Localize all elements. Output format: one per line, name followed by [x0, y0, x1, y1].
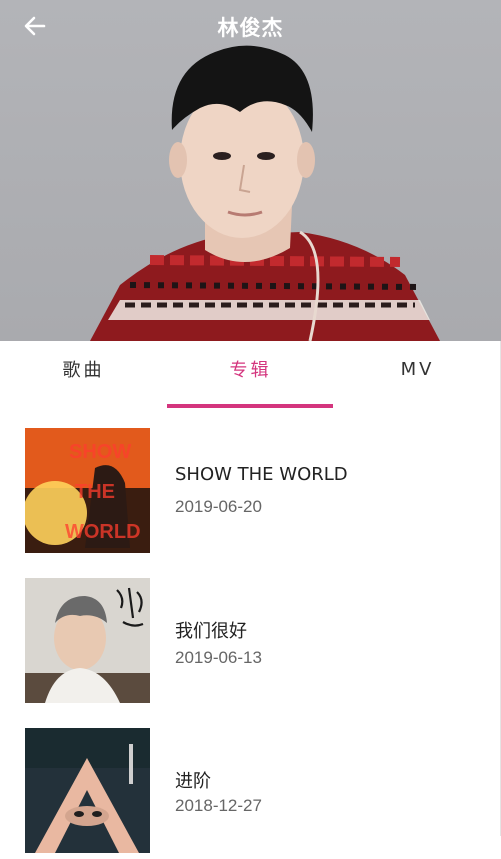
album-date: 2019-06-13	[175, 648, 262, 667]
header-bar: 林俊杰	[0, 0, 501, 52]
album-name: 进阶	[175, 771, 211, 792]
svg-text:WORLD: WORLD	[65, 521, 141, 543]
album-cover	[25, 728, 150, 853]
tab-bar: 歌曲 专辑 MV	[0, 341, 501, 409]
tab-mv[interactable]: MV	[334, 341, 501, 409]
tab-albums[interactable]: 专辑	[167, 341, 334, 409]
svg-text:THE: THE	[75, 481, 115, 503]
tab-songs[interactable]: 歌曲	[0, 341, 167, 409]
album-item[interactable]: SHOW THE WORLD SHOW THE WORLD 2019-06-20	[0, 409, 501, 559]
album-item[interactable]: 进阶 2018-12-27	[0, 709, 501, 859]
page-title: 林俊杰	[217, 16, 284, 40]
album-cover: SHOW THE WORLD	[25, 428, 150, 553]
album-name: 我们很好	[175, 621, 247, 642]
active-tab-indicator	[167, 404, 333, 408]
album-date: 2019-06-20	[175, 497, 262, 516]
album-cover	[25, 578, 150, 703]
svg-text:SHOW: SHOW	[69, 441, 131, 463]
album-date: 2018-12-27	[175, 796, 262, 815]
album-item[interactable]: 我们很好 2019-06-13	[0, 559, 501, 709]
album-name: SHOW THE WORLD	[175, 464, 348, 485]
